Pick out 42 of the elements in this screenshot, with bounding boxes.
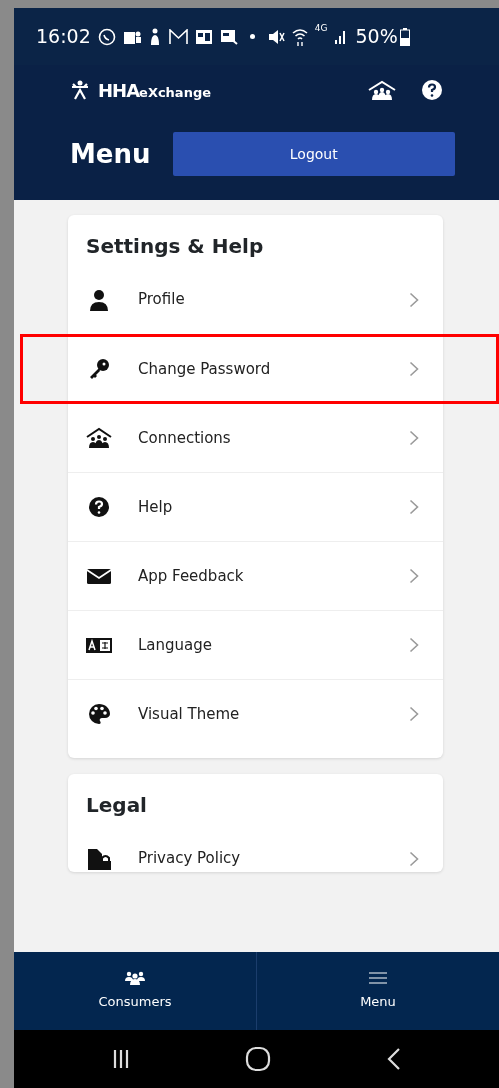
connections-icon — [86, 427, 112, 449]
section-title: Settings & Help — [85, 233, 265, 260]
logo-text: HHAeXchange — [98, 78, 211, 103]
menu-item[interactable]: App Feedback — [68, 541, 443, 610]
home-icon[interactable] — [245, 1046, 272, 1072]
back-icon[interactable] — [387, 1047, 402, 1071]
menu-item[interactable]: Change Password — [68, 334, 443, 403]
clock-text: 16:02 — [36, 24, 91, 50]
menu-icon — [367, 970, 389, 987]
menu-item[interactable]: Visual Theme — [68, 679, 443, 748]
page-title: Menu — [70, 137, 151, 171]
menu-item[interactable]: Privacy Policy — [68, 824, 443, 872]
help-icon[interactable] — [421, 79, 443, 101]
palette-icon — [86, 703, 112, 725]
logo-figure-icon — [70, 80, 90, 100]
chevron-icon — [409, 706, 419, 722]
chevron-icon — [409, 850, 419, 867]
mute-icon — [266, 28, 285, 45]
wifi-icon — [291, 27, 308, 46]
chevron-icon — [409, 568, 419, 584]
menu-item[interactable]: Connections — [68, 403, 443, 472]
battery-text: 50% — [355, 24, 398, 50]
battery-icon — [399, 27, 410, 46]
menu-item[interactable]: Help — [68, 472, 443, 541]
chevron-icon — [409, 291, 419, 308]
dot-icon — [249, 34, 255, 39]
section-title: Legal — [85, 792, 148, 819]
menu-item[interactable]: Profile — [68, 265, 443, 334]
people-icon — [124, 970, 146, 987]
nav-tab[interactable]: Consumers — [14, 952, 256, 1030]
network-text: 4G — [314, 22, 328, 35]
help-icon — [86, 496, 112, 518]
recent-apps-icon[interactable] — [111, 1048, 130, 1070]
menu-item[interactable]: Language — [68, 610, 443, 679]
chevron-icon — [409, 430, 419, 446]
mail-icon — [168, 28, 188, 45]
connections-icon[interactable] — [367, 79, 397, 101]
document-lock-icon — [86, 847, 112, 870]
chevron-icon — [409, 637, 419, 653]
chevron-icon — [409, 499, 419, 515]
chevron-icon — [409, 361, 419, 377]
logout-button[interactable]: Logout — [172, 132, 455, 176]
